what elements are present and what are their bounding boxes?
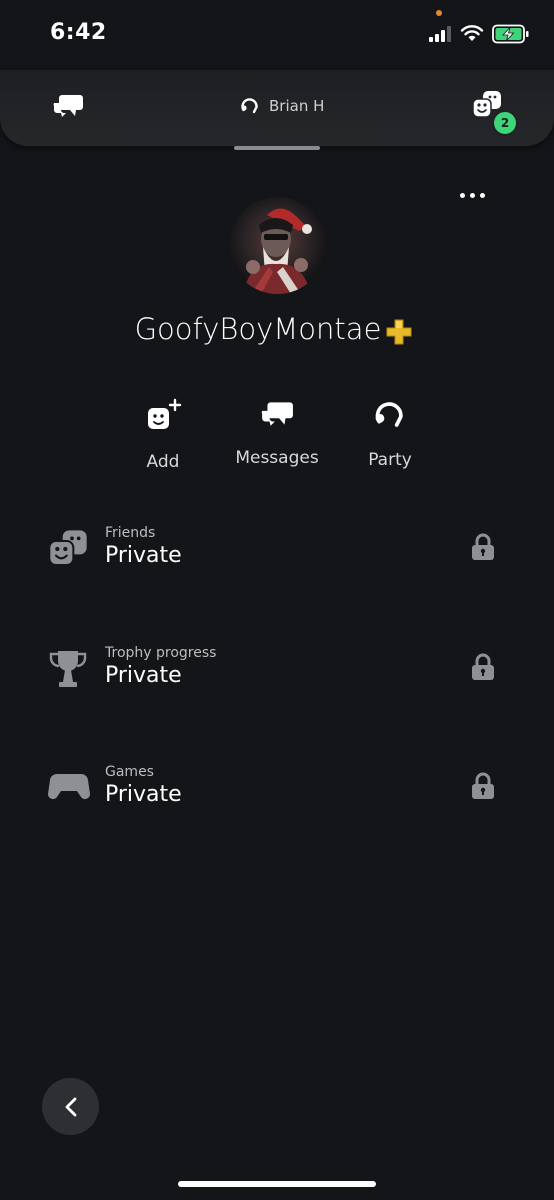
messages-icon[interactable]: [52, 92, 84, 120]
party-button[interactable]: Party: [330, 398, 450, 470]
more-options-button[interactable]: [460, 193, 485, 198]
messages-icon: [261, 402, 293, 426]
party-icon: [375, 402, 403, 427]
messages-button[interactable]: Messages: [217, 398, 337, 468]
lock-icon: [472, 772, 494, 799]
trophy-icon: [49, 651, 87, 687]
party-headset-icon: [241, 98, 258, 114]
friends-section: Friends Private: [0, 525, 554, 595]
wifi-icon: [460, 25, 484, 41]
avatar: [229, 197, 326, 294]
status-bar: 6:42: [0, 0, 554, 70]
top-navigation: Brian H 2: [0, 70, 554, 146]
username-text: GoofyBoyMontae: [134, 312, 382, 346]
camera-indicator: [436, 10, 442, 16]
games-section: Games Private: [0, 764, 554, 834]
status-time: 6:42: [50, 20, 107, 45]
cellular-signal-icon: [429, 26, 451, 42]
chevron-left-icon: [65, 1097, 76, 1116]
party-label: Party: [368, 450, 412, 470]
playstation-plus-icon: [386, 319, 412, 345]
controller-icon: [48, 773, 90, 799]
profile-username: GoofyBoyMontae: [0, 312, 554, 346]
games-privacy-value: Private: [105, 782, 182, 807]
party-user-name: Brian H: [269, 97, 325, 115]
party-status[interactable]: Brian H: [241, 96, 324, 116]
back-button[interactable]: [42, 1078, 99, 1135]
avatar-image: [243, 208, 312, 294]
add-label: Add: [146, 452, 180, 472]
friends-notification-badge: 2: [492, 110, 518, 136]
add-friend-icon: [148, 398, 182, 429]
battery-icon: [492, 24, 529, 44]
friends-icon: [48, 530, 87, 566]
trophy-progress-section: Trophy progress Private: [0, 645, 554, 715]
friends-section-label: Friends: [105, 525, 156, 541]
trophy-section-label: Trophy progress: [105, 645, 217, 661]
add-friend-button[interactable]: Add: [103, 398, 223, 472]
sheet-grabber[interactable]: [234, 146, 320, 150]
lock-icon: [472, 653, 494, 680]
lock-icon: [472, 533, 494, 560]
friends-privacy-value: Private: [105, 543, 182, 568]
trophy-privacy-value: Private: [105, 663, 182, 688]
games-section-label: Games: [105, 764, 154, 780]
messages-label: Messages: [235, 448, 319, 468]
home-indicator[interactable]: [178, 1181, 376, 1187]
